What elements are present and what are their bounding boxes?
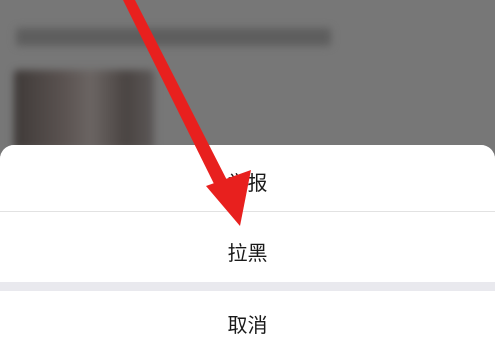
block-option[interactable]: 拉黑	[0, 212, 495, 282]
blurred-post-text	[16, 28, 331, 46]
cancel-button[interactable]: 取消	[0, 291, 495, 349]
report-option-label: 举报	[227, 170, 268, 195]
block-option-label: 拉黑	[227, 240, 268, 265]
dimmed-background-content	[0, 0, 495, 160]
screen: 举报 拉黑 取消	[0, 0, 495, 349]
report-option[interactable]: 举报	[0, 145, 495, 211]
cancel-button-label: 取消	[227, 312, 268, 337]
blurred-post-image	[14, 70, 154, 150]
action-sheet: 举报 拉黑 取消	[0, 145, 495, 349]
